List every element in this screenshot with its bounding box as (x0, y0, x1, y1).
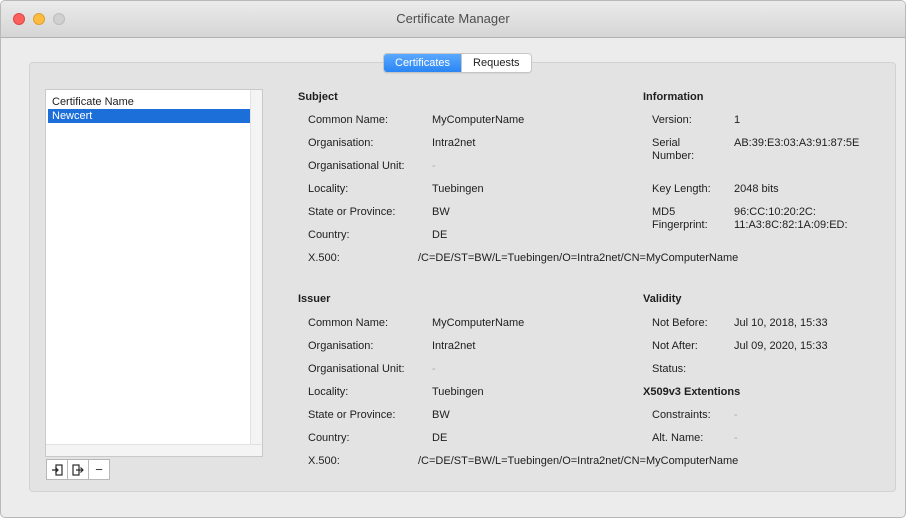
certificate-manager-window: Certificate Manager Certificates Request… (0, 0, 906, 518)
subject-country-label: Country: (308, 229, 350, 241)
status-label: Status: (652, 363, 687, 375)
tab-requests[interactable]: Requests (461, 54, 531, 72)
issuer-x500-value: /C=DE/ST=BW/L=Tuebingen/O=Intra2net/CN=M… (418, 455, 739, 467)
md5-label-line2: Fingerprint: (652, 219, 708, 231)
alt-name-value: - (734, 432, 738, 444)
window-title: Certificate Manager (396, 11, 510, 26)
issuer-locality-label: Locality: (308, 386, 349, 398)
issuer-common-name-label: Common Name: (308, 317, 389, 329)
constraints-value: - (734, 409, 738, 421)
subject-organisation-label: Organisation: (308, 137, 374, 149)
subject-x500-value: /C=DE/ST=BW/L=Tuebingen/O=Intra2net/CN=M… (418, 252, 739, 264)
list-item[interactable]: Newcert (48, 109, 250, 123)
list-button-bar: − (46, 459, 110, 480)
issuer-x500-label: X.500: (308, 455, 340, 467)
constraints-label: Constraints: (652, 409, 711, 421)
export-button[interactable] (67, 459, 89, 480)
issuer-org-unit-label: Organisational Unit: (308, 363, 405, 375)
issuer-organisation-label: Organisation: (308, 340, 374, 352)
issuer-country-value: DE (432, 432, 448, 444)
subject-common-name-value: MyComputerName (432, 114, 525, 126)
extensions-heading: X509v3 Extentions (643, 386, 741, 398)
certificate-list[interactable]: Certificate Name Newcert (45, 89, 263, 457)
subject-org-unit-label: Organisational Unit: (308, 160, 405, 172)
key-length-value: 2048 bits (734, 183, 779, 195)
subject-heading: Subject (298, 91, 338, 103)
import-button[interactable] (46, 459, 68, 480)
subject-organisation-value: Intra2net (432, 137, 476, 149)
md5-label-line1: MD5 (652, 206, 676, 218)
key-length-label: Key Length: (652, 183, 711, 195)
serial-label-line2: Number: (652, 150, 695, 162)
subject-country-value: DE (432, 229, 448, 241)
issuer-common-name-value: MyComputerName (432, 317, 525, 329)
subject-locality-value: Tuebingen (432, 183, 484, 195)
issuer-locality-value: Tuebingen (432, 386, 484, 398)
subject-state-label: State or Province: (308, 206, 396, 218)
not-after-value: Jul 09, 2020, 15:33 (734, 340, 828, 352)
subject-common-name-label: Common Name: (308, 114, 389, 126)
subject-x500-label: X.500: (308, 252, 340, 264)
vertical-scrollbar[interactable] (250, 90, 262, 456)
subject-state-value: BW (432, 206, 450, 218)
md5-value-line2: 11:A3:8C:82:1A:09:ED: (734, 219, 848, 231)
version-label: Version: (652, 114, 692, 126)
remove-button[interactable]: − (88, 459, 110, 480)
information-heading: Information (643, 91, 704, 103)
serial-label-line1: Serial (652, 137, 681, 149)
export-icon (72, 463, 84, 476)
not-before-label: Not Before: (652, 317, 708, 329)
issuer-country-label: Country: (308, 432, 350, 444)
subject-org-unit-value: - (432, 160, 436, 172)
version-value: 1 (734, 114, 741, 126)
tab-certificates[interactable]: Certificates (384, 54, 462, 72)
alt-name-label: Alt. Name: (652, 432, 704, 444)
issuer-state-value: BW (432, 409, 450, 421)
issuer-organisation-value: Intra2net (432, 340, 476, 352)
list-column-header[interactable]: Certificate Name (52, 96, 134, 108)
title-bar[interactable]: Certificate Manager (1, 1, 905, 38)
not-after-label: Not After: (652, 340, 698, 352)
issuer-org-unit-value: - (432, 363, 436, 375)
validity-heading: Validity (643, 293, 682, 305)
horizontal-scrollbar[interactable] (46, 444, 262, 456)
view-tabs: Certificates Requests (383, 53, 532, 73)
issuer-state-label: State or Province: (308, 409, 396, 421)
subject-locality-label: Locality: (308, 183, 349, 195)
issuer-heading: Issuer (298, 293, 331, 305)
serial-value: AB:39:E3:03:A3:91:87:5E (734, 137, 860, 149)
md5-value-line1: 96:CC:10:20:2C: (734, 206, 816, 218)
import-icon (52, 463, 63, 476)
not-before-value: Jul 10, 2018, 15:33 (734, 317, 828, 329)
